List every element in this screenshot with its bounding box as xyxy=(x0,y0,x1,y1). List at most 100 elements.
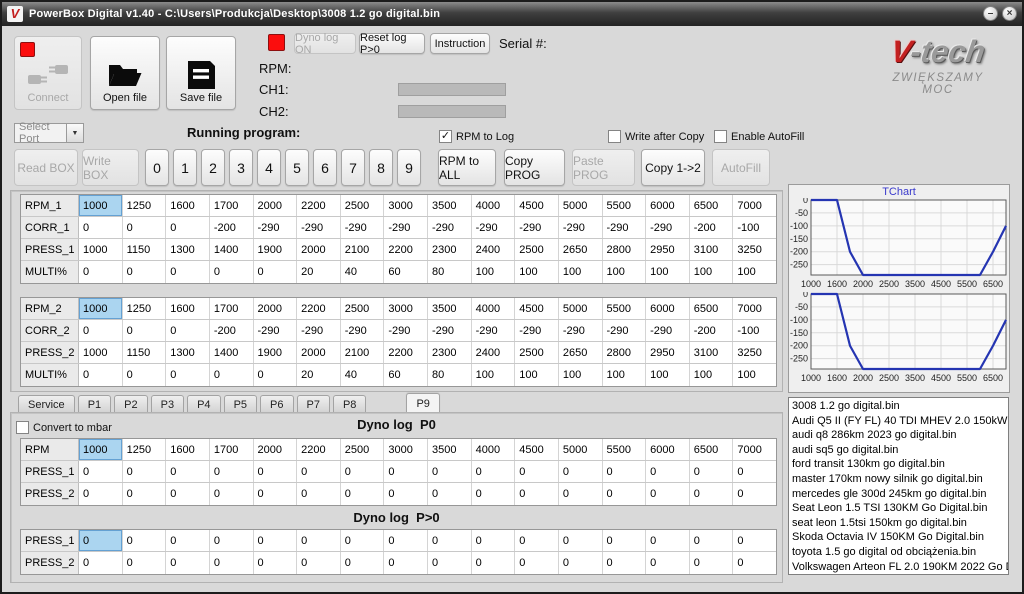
file-list-item[interactable]: master 170km nowy silnik go digital.bin xyxy=(789,472,1008,487)
table-cell[interactable]: 0 xyxy=(123,261,167,283)
connect-button[interactable]: Connect xyxy=(14,36,82,110)
table-cell[interactable]: 1900 xyxy=(254,342,298,363)
table-cell[interactable]: 3000 xyxy=(384,195,428,216)
table-cell[interactable]: 20 xyxy=(297,261,341,283)
table-cell[interactable]: 0 xyxy=(384,530,428,551)
table-cell[interactable]: 0 xyxy=(166,320,210,341)
table-cell[interactable]: 0 xyxy=(297,552,341,574)
table-cell[interactable]: 1150 xyxy=(123,342,167,363)
table-cell[interactable]: 2100 xyxy=(341,342,385,363)
table-cell[interactable]: 0 xyxy=(123,483,167,505)
table-cell[interactable]: 2200 xyxy=(384,342,428,363)
table-cell[interactable]: 4500 xyxy=(515,195,559,216)
table-cell[interactable]: 0 xyxy=(210,552,254,574)
table-cell[interactable]: 1400 xyxy=(210,342,254,363)
table-cell[interactable]: -200 xyxy=(210,320,254,341)
table-cell[interactable]: 4500 xyxy=(515,298,559,319)
table-cell[interactable]: -290 xyxy=(559,217,603,238)
digit-button-2[interactable]: 2 xyxy=(201,149,225,186)
table-cell[interactable]: 0 xyxy=(254,261,298,283)
table-cell[interactable]: 3100 xyxy=(690,342,734,363)
file-list-item[interactable]: Volkswagen Arteon FL 2.0 190KM 2022 Go D… xyxy=(789,560,1008,575)
table-cell[interactable]: 0 xyxy=(166,530,210,551)
open-file-button[interactable]: Open file xyxy=(90,36,160,110)
tab-p7[interactable]: P7 xyxy=(297,395,330,413)
table-cell[interactable]: 5500 xyxy=(603,439,647,460)
tab-p3[interactable]: P3 xyxy=(151,395,184,413)
table-cell[interactable]: 0 xyxy=(603,483,647,505)
table-cell[interactable]: 2200 xyxy=(297,298,341,319)
table-cell[interactable]: 1400 xyxy=(210,239,254,260)
table-cell[interactable]: -290 xyxy=(341,217,385,238)
table-cell[interactable]: 100 xyxy=(646,364,690,386)
table-cell[interactable]: -200 xyxy=(690,320,734,341)
table-cell[interactable]: 40 xyxy=(341,261,385,283)
table-cell[interactable]: 0 xyxy=(79,364,123,386)
table-cell[interactable]: 80 xyxy=(428,261,472,283)
table-cell[interactable]: 1250 xyxy=(123,439,167,460)
tab-p4[interactable]: P4 xyxy=(187,395,220,413)
table-cell[interactable]: 2400 xyxy=(472,342,516,363)
table-cell[interactable]: 2000 xyxy=(254,439,298,460)
table-cell[interactable]: 100 xyxy=(559,261,603,283)
table-cell[interactable]: 0 xyxy=(254,461,298,482)
table-cell[interactable]: 100 xyxy=(472,364,516,386)
digit-button-6[interactable]: 6 xyxy=(313,149,337,186)
table-cell[interactable]: -290 xyxy=(515,320,559,341)
table-cell[interactable]: 1000 xyxy=(79,298,123,319)
table-cell[interactable]: 0 xyxy=(210,261,254,283)
table-cell[interactable]: 4000 xyxy=(472,439,516,460)
table-cell[interactable]: 0 xyxy=(646,483,690,505)
table-cell[interactable]: -290 xyxy=(384,320,428,341)
select-port-dropdown[interactable]: Select Port ▼ xyxy=(14,123,84,143)
table-cell[interactable]: -290 xyxy=(254,217,298,238)
table-cell[interactable]: 100 xyxy=(603,261,647,283)
table-cell[interactable]: -290 xyxy=(603,320,647,341)
table-cell[interactable]: 5000 xyxy=(559,298,603,319)
table-cell[interactable]: 0 xyxy=(297,483,341,505)
digit-button-8[interactable]: 8 xyxy=(369,149,393,186)
table-cell[interactable]: -290 xyxy=(384,217,428,238)
table-cell[interactable]: 0 xyxy=(733,461,776,482)
tab-p1[interactable]: P1 xyxy=(78,395,111,413)
table-cell[interactable]: 20 xyxy=(297,364,341,386)
table-cell[interactable]: 6500 xyxy=(690,439,734,460)
table-cell[interactable]: 0 xyxy=(690,461,734,482)
table-cell[interactable]: 100 xyxy=(646,261,690,283)
table-cell[interactable]: 2400 xyxy=(472,239,516,260)
table-cell[interactable]: 0 xyxy=(123,461,167,482)
table-cell[interactable]: 0 xyxy=(384,552,428,574)
table-cell[interactable]: 0 xyxy=(733,530,776,551)
table-cell[interactable]: 6000 xyxy=(646,298,690,319)
table-cell[interactable]: -290 xyxy=(472,320,516,341)
table-cell[interactable]: 4500 xyxy=(515,439,559,460)
table-cell[interactable]: 0 xyxy=(341,552,385,574)
table-cell[interactable]: 1250 xyxy=(123,195,167,216)
table-cell[interactable]: 0 xyxy=(733,552,776,574)
table-cell[interactable]: -290 xyxy=(254,320,298,341)
digit-button-4[interactable]: 4 xyxy=(257,149,281,186)
table-cell[interactable]: 0 xyxy=(123,217,167,238)
tab-p8[interactable]: P8 xyxy=(333,395,366,413)
table-cell[interactable]: 0 xyxy=(166,552,210,574)
table-cell[interactable]: 0 xyxy=(254,552,298,574)
digit-button-1[interactable]: 1 xyxy=(173,149,197,186)
table-cell[interactable]: -290 xyxy=(428,320,472,341)
table-cell[interactable]: 2500 xyxy=(515,342,559,363)
table-cell[interactable]: 1600 xyxy=(166,439,210,460)
table-cell[interactable]: -290 xyxy=(341,320,385,341)
table-cell[interactable]: 0 xyxy=(384,483,428,505)
table-cell[interactable]: 2100 xyxy=(341,239,385,260)
table-cell[interactable]: 0 xyxy=(428,530,472,551)
table-cell[interactable]: 7000 xyxy=(733,439,776,460)
tab-p5[interactable]: P5 xyxy=(224,395,257,413)
table-cell[interactable]: 3500 xyxy=(428,298,472,319)
table-cell[interactable]: 1250 xyxy=(123,298,167,319)
file-list-item[interactable]: ford transit 130km go digital.bin xyxy=(789,457,1008,472)
table-cell[interactable]: 3100 xyxy=(690,239,734,260)
table-cell[interactable]: 7000 xyxy=(733,195,776,216)
table-cell[interactable]: 100 xyxy=(690,261,734,283)
table-cell[interactable]: 3500 xyxy=(428,195,472,216)
rpm-to-all-button[interactable]: RPM to ALL xyxy=(438,149,496,186)
table-cell[interactable]: -200 xyxy=(210,217,254,238)
